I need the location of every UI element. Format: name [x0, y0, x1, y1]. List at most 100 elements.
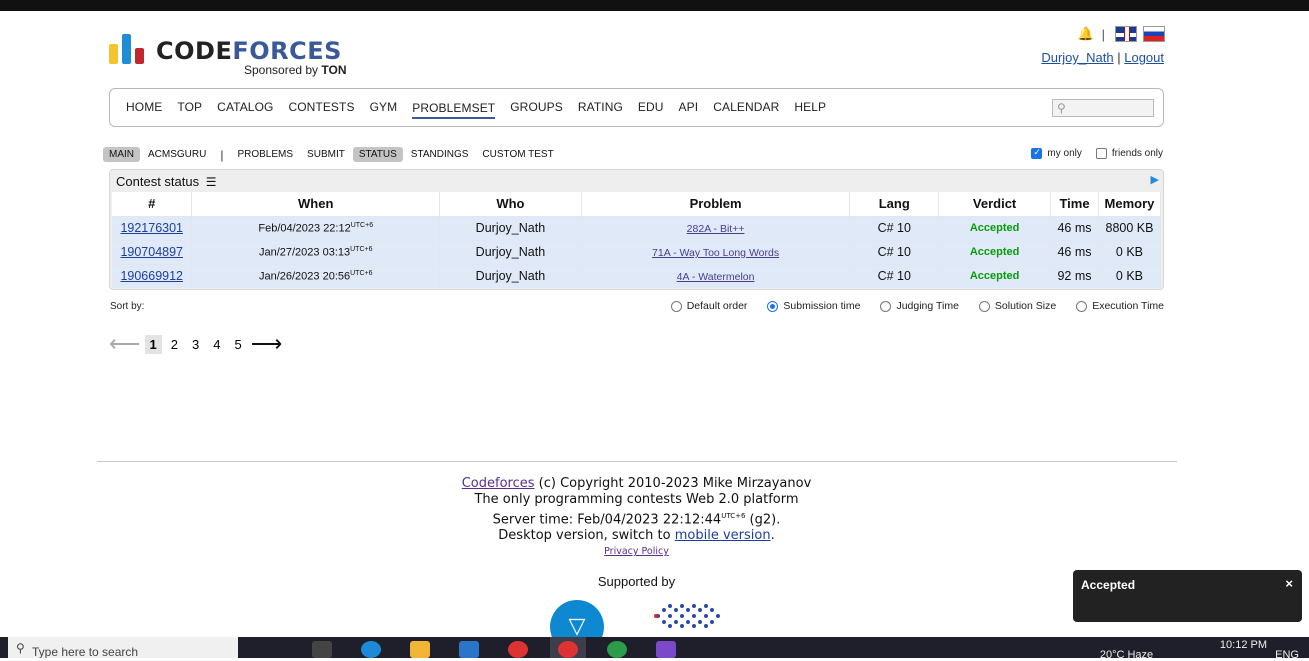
weather-text[interactable]: 20°C Haze: [1100, 649, 1153, 661]
logo-bars-icon: [108, 34, 148, 64]
page-link[interactable]: 3: [187, 335, 204, 354]
codeforces-link[interactable]: Codeforces: [462, 476, 535, 491]
submenu-item-acmsguru[interactable]: ACMSGURU: [142, 147, 212, 162]
submenu-item-custom-test[interactable]: CUSTOM TEST: [476, 147, 559, 162]
sort-option-default-order[interactable]: Default order: [670, 300, 748, 312]
sort-option-execution-time[interactable]: Execution Time: [1076, 300, 1164, 312]
submission-id-cell: 190669912: [112, 263, 193, 288]
sponsor-dots-logo[interactable]: [652, 600, 724, 632]
sort-option-label: Execution Time: [1092, 300, 1164, 312]
lang-cell: C# 10: [849, 263, 940, 288]
sort-option-label: Judging Time: [896, 300, 959, 312]
column-header: Lang: [849, 192, 940, 216]
my-only-filter[interactable]: my only: [1031, 147, 1082, 159]
task-view-icon[interactable]: [312, 641, 332, 658]
friends-only-checkbox[interactable]: [1095, 148, 1107, 159]
main-menu: HOME TOP CATALOG CONTESTS GYM PROBLEMSET GROUP…: [109, 88, 1164, 127]
column-header: Time: [1050, 192, 1099, 216]
radio-button[interactable]: [978, 300, 990, 312]
menu-item-calendar[interactable]: CALENDAR: [713, 100, 779, 116]
when-cell: Jan/26/2023 20:56UTC+6: [191, 263, 440, 288]
column-header: Who: [439, 192, 582, 216]
problem-link[interactable]: 4A - Watermelon: [677, 271, 755, 283]
codeforces-logo[interactable]: CODEFORCES Sponsored by TON: [108, 32, 368, 80]
submission-id-link[interactable]: 190704897: [120, 245, 183, 259]
app-icon[interactable]: [607, 641, 627, 658]
page-link[interactable]: 1: [144, 334, 162, 354]
menu-item-problemset[interactable]: PROBLEMSET: [412, 101, 496, 119]
mail-icon[interactable]: [459, 641, 479, 658]
menu-item-gym[interactable]: GYM: [370, 100, 398, 116]
who-cell: Durjoy_Nath: [439, 263, 582, 288]
my-only-checkbox[interactable]: [1031, 147, 1043, 159]
radio-button[interactable]: [670, 300, 682, 312]
chrome-active-icon[interactable]: [558, 641, 578, 658]
problem-cell: 4A - Watermelon: [581, 263, 851, 288]
submenu-item-main[interactable]: MAIN: [103, 147, 140, 162]
table-row: 190669912 Jan/26/2023 20:56UTC+6 Durjoy_Na…: [112, 263, 1162, 288]
english-flag-icon[interactable]: [1115, 26, 1137, 42]
radio-button[interactable]: [1076, 300, 1088, 312]
page-link[interactable]: 4: [208, 335, 225, 354]
bell-icon[interactable]: 🔔: [1078, 27, 1094, 41]
taskbar-search[interactable]: ⚲ Type here to search: [8, 637, 238, 658]
menu-item-home[interactable]: HOME: [126, 100, 162, 116]
search-input[interactable]: ⚲: [1052, 99, 1154, 117]
sort-option-judging-time[interactable]: Judging Time: [880, 300, 959, 312]
problem-link[interactable]: 282A - Bit++: [687, 223, 745, 235]
memory-cell: 0 KB: [1098, 263, 1162, 288]
chrome-icon[interactable]: [508, 641, 528, 658]
menu-item-groups[interactable]: GROUPS: [510, 100, 563, 116]
sort-option-submission-time[interactable]: Submission time: [767, 300, 860, 312]
sort-option-label: Default order: [686, 300, 748, 312]
play-arrow-icon[interactable]: ▶: [1151, 173, 1159, 186]
pagination: ⟵ 1 2 3 4 5 ⟶: [109, 333, 283, 355]
list-icon[interactable]: ☰: [206, 175, 217, 189]
search-icon: ⚲: [16, 641, 25, 655]
submenu-item-problems[interactable]: PROBLEMS: [231, 147, 299, 162]
contest-status-panel: Contest status ☰ ▶ # When Who Problem Lang Ve…: [109, 169, 1164, 290]
table-row: 192176301 Feb/04/2023 22:12UTC+6 Durjoy_Na…: [112, 215, 1162, 240]
search-icon: ⚲: [1057, 101, 1066, 115]
menu-item-api[interactable]: API: [679, 100, 699, 116]
notification-toast: Accepted ×: [1073, 570, 1302, 622]
menu-item-top[interactable]: TOP: [177, 100, 202, 116]
menu-item-catalog[interactable]: CATALOG: [217, 100, 273, 116]
sort-option-solution-size[interactable]: Solution Size: [978, 300, 1056, 312]
menu-item-edu[interactable]: EDU: [638, 100, 664, 116]
submission-id-link[interactable]: 192176301: [120, 221, 183, 235]
mobile-version-link[interactable]: mobile version: [675, 528, 771, 543]
privacy-policy-link[interactable]: Privacy Policy: [604, 546, 669, 557]
friends-only-filter[interactable]: friends only: [1095, 148, 1163, 159]
submission-id-cell: 192176301: [112, 215, 193, 240]
page-link[interactable]: 2: [166, 335, 183, 354]
next-page-arrow-icon[interactable]: ⟶: [251, 333, 283, 355]
problem-cell: 71A - Way Too Long Words: [581, 239, 851, 264]
submenu-item-status[interactable]: STATUS: [352, 147, 403, 162]
memory-cell: 0 KB: [1098, 239, 1162, 264]
radio-button[interactable]: [767, 300, 779, 312]
radio-button[interactable]: [880, 300, 892, 312]
who-cell: Durjoy_Nath: [439, 239, 582, 264]
submission-id-link[interactable]: 190669912: [120, 269, 183, 283]
submenu-item-submit[interactable]: SUBMIT: [301, 147, 351, 162]
russian-flag-icon[interactable]: [1143, 26, 1165, 42]
when-cell: Feb/04/2023 22:12UTC+6: [191, 215, 440, 240]
prev-page-arrow-icon[interactable]: ⟵: [109, 333, 141, 355]
logout-link[interactable]: Logout: [1124, 50, 1164, 65]
clock[interactable]: 10:12 PM: [1220, 639, 1267, 651]
visual-studio-icon[interactable]: [656, 641, 676, 658]
language-indicator[interactable]: ENG: [1275, 649, 1299, 661]
username-link[interactable]: Durjoy_Nath: [1041, 50, 1113, 65]
file-explorer-icon[interactable]: [410, 641, 430, 658]
menu-item-help[interactable]: HELP: [794, 100, 826, 116]
close-icon[interactable]: ×: [1285, 576, 1293, 591]
submenu-item-standings[interactable]: STANDINGS: [405, 147, 475, 162]
menu-item-rating[interactable]: RATING: [578, 100, 623, 116]
status-filters: my only friends only: [1031, 147, 1163, 159]
page-link[interactable]: 5: [229, 335, 246, 354]
problem-link[interactable]: 71A - Way Too Long Words: [652, 247, 779, 259]
edge-icon[interactable]: [361, 641, 381, 658]
menu-item-contests[interactable]: CONTESTS: [288, 100, 354, 116]
memory-cell: 8800 KB: [1098, 215, 1162, 240]
